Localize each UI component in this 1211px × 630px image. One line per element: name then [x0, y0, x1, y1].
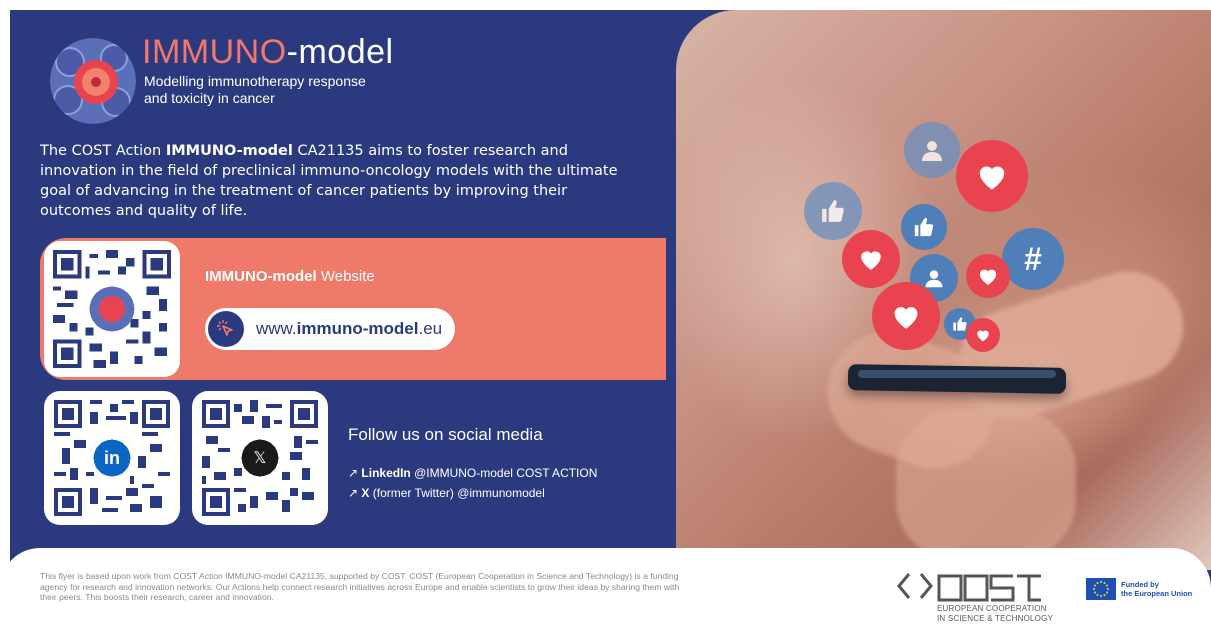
x-link[interactable]: ↗ X (former Twitter) @immunomodel [348, 486, 545, 500]
linkedin-qr-code[interactable]: in [44, 391, 180, 525]
link-click-icon [208, 311, 244, 347]
user-icon [904, 122, 960, 178]
x-icon: 𝕏 [253, 450, 267, 467]
linkedin-icon: in [104, 447, 120, 468]
brand-subtitle: Modelling immunotherapy response and tox… [144, 73, 366, 106]
intro-paragraph: The COST Action IMMUNO-model CA21135 aim… [40, 143, 618, 219]
website-url-link[interactable]: www.immuno-model.eu [205, 308, 455, 350]
hashtag-icon: # [1002, 228, 1064, 290]
cost-tagline: EUROPEAN COOPERATION IN SCIENCE & TECHNO… [937, 604, 1054, 623]
social-heading: Follow us on social media [348, 425, 543, 444]
brand-title: IMMUNO-model [142, 33, 394, 71]
heart-icon [872, 282, 940, 350]
like-icon [804, 182, 862, 240]
heart-icon [956, 140, 1028, 212]
website-url-text[interactable]: www.immuno-model.eu [256, 319, 442, 339]
immuno-model-logo-icon [50, 38, 136, 124]
heart-icon [966, 254, 1010, 298]
x-qr-code[interactable]: 𝕏 [192, 391, 328, 525]
phone-image [847, 364, 1067, 394]
eu-funding-label: Funded by the European Union [1121, 580, 1193, 598]
heart-icon [842, 230, 900, 288]
footer-disclaimer: This flyer is based upon work from COST … [40, 571, 680, 602]
website-qr-code[interactable] [44, 241, 180, 377]
heart-icon [966, 318, 1000, 352]
like-icon [901, 204, 947, 250]
hero-photo: # [676, 10, 1211, 570]
eu-flag-icon [1086, 578, 1116, 600]
linkedin-link[interactable]: ↗ LinkedIn @IMMUNO-model COST ACTION [348, 466, 597, 480]
website-label: IMMUNO-model Website [205, 268, 375, 285]
